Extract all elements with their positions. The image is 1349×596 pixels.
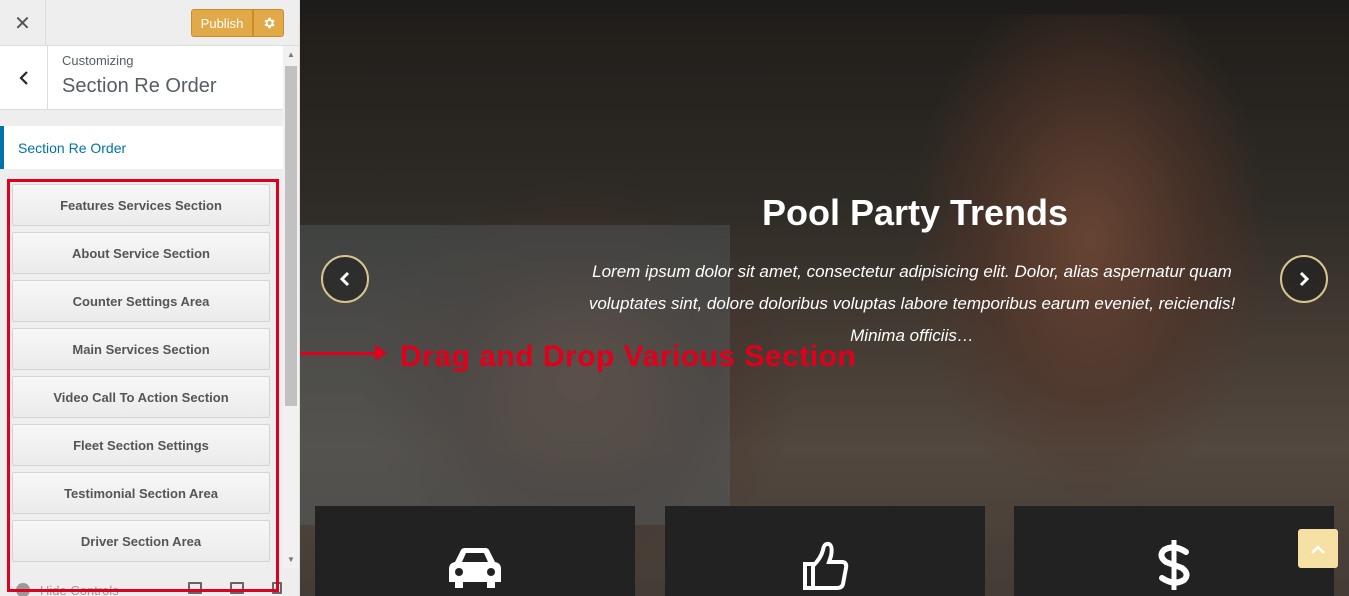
slider-prev-button[interactable]: [321, 255, 369, 303]
hero-title: Pool Party Trends: [761, 192, 1069, 233]
section-reorder-tab[interactable]: Section Re Order: [0, 126, 283, 169]
feature-card[interactable]: [315, 506, 635, 596]
panel-title: Section Re Order: [62, 75, 217, 97]
feature-card[interactable]: [1014, 506, 1334, 596]
chevron-left-icon: [18, 71, 28, 85]
sortable-section-item[interactable]: Fleet Section Settings: [12, 424, 270, 466]
hero-description: Lorem ipsum dolor sit amet, consectetur …: [588, 262, 1236, 345]
feature-card[interactable]: [665, 506, 985, 596]
close-button[interactable]: ✕: [0, 0, 46, 46]
customizing-label: Customizing: [62, 53, 134, 68]
sidebar-scrollbar[interactable]: ▲ ▼: [283, 46, 299, 568]
back-button[interactable]: [0, 46, 48, 110]
dollar-icon: [1158, 540, 1190, 590]
sortable-section-item[interactable]: Driver Section Area: [12, 520, 270, 562]
chevron-left-icon: [339, 271, 350, 287]
sortable-section-item[interactable]: Video Call To Action Section: [12, 376, 270, 418]
publish-settings-button[interactable]: [253, 9, 284, 37]
tablet-preview-icon[interactable]: [230, 582, 244, 594]
publish-group: Publish: [191, 9, 284, 37]
gear-icon: [264, 17, 275, 29]
annotation-arrow-head-icon: [375, 345, 387, 361]
scrollbar-thumb[interactable]: [285, 66, 297, 406]
hide-controls-label[interactable]: Hide Controls: [40, 583, 119, 596]
site-preview: Pool Party Trends Lorem ipsum dolor sit …: [300, 0, 1349, 596]
slider-next-button[interactable]: [1280, 255, 1328, 303]
sortable-section-item[interactable]: About Service Section: [12, 232, 270, 274]
scroll-down-arrow-icon[interactable]: ▼: [287, 555, 295, 564]
mobile-preview-icon[interactable]: [272, 582, 282, 594]
publish-button[interactable]: Publish: [191, 9, 253, 37]
car-icon: [449, 548, 501, 588]
thumbs-up-icon: [803, 541, 849, 590]
desktop-preview-icon[interactable]: [188, 582, 202, 594]
panel-heading: Customizing Section Re Order: [0, 46, 283, 110]
scroll-to-top-button[interactable]: [1298, 529, 1338, 568]
chevron-up-icon: [1311, 544, 1325, 554]
sortable-section-item[interactable]: Counter Settings Area: [12, 280, 270, 322]
close-icon: ✕: [14, 12, 31, 35]
customizer-topbar: ✕ Publish: [0, 0, 299, 46]
section-sortable-list: Features Services Section About Service …: [12, 184, 270, 568]
sortable-section-item[interactable]: Testimonial Section Area: [12, 472, 270, 514]
header-strip: [300, 0, 1349, 14]
sortable-section-item[interactable]: Main Services Section: [12, 328, 270, 370]
hide-controls-icon[interactable]: [16, 583, 30, 596]
annotation-text: Drag and Drop Various Section: [400, 340, 857, 373]
customizer-sidebar: ✕ Publish Customizing Section Re Order S…: [0, 0, 300, 596]
sortable-section-item[interactable]: Features Services Section: [12, 184, 270, 226]
annotation-arrow-line: [300, 352, 382, 355]
feature-cards: [315, 506, 1335, 596]
chevron-right-icon: [1299, 271, 1310, 287]
scroll-up-arrow-icon[interactable]: ▲: [287, 50, 295, 59]
